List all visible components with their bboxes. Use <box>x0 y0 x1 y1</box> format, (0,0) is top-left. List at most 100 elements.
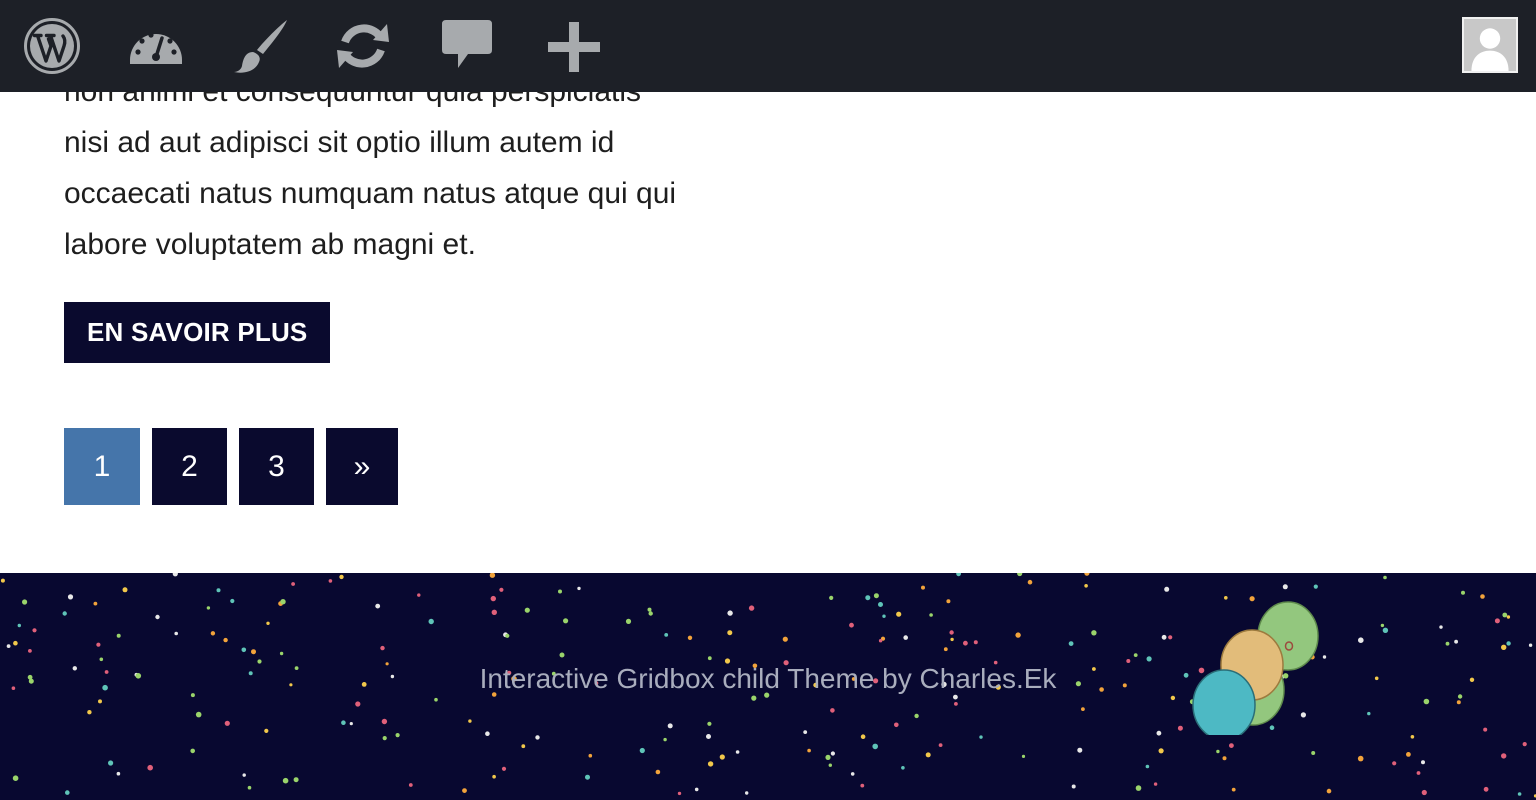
confetti-dot <box>381 718 388 725</box>
confetti-dot <box>1383 575 1387 580</box>
confetti-dot <box>216 588 221 593</box>
confetti-dot <box>1015 632 1021 638</box>
confetti-dot <box>1084 573 1090 576</box>
confetti-dot <box>577 586 581 591</box>
confetti-dot <box>751 695 757 701</box>
read-more-button[interactable]: EN SAVOIR PLUS <box>64 302 331 363</box>
confetti-dot <box>745 791 749 795</box>
confetti-dot <box>190 748 195 754</box>
confetti-dot <box>687 635 693 640</box>
confetti-dot <box>1135 785 1142 791</box>
new-content-plus-icon[interactable] <box>544 16 604 76</box>
confetti-dot <box>1177 725 1183 731</box>
confetti-dot <box>17 623 21 628</box>
confetti-dot <box>1367 711 1371 716</box>
confetti-dot <box>279 651 284 656</box>
confetti-dot <box>1222 756 1227 761</box>
comments-icon[interactable] <box>438 16 498 76</box>
confetti-dot <box>860 783 865 788</box>
confetti-dot <box>1021 754 1026 758</box>
confetti-dot <box>242 773 246 777</box>
confetti-dot <box>625 618 632 624</box>
confetti-dot <box>1439 625 1443 629</box>
confetti-dot <box>894 722 899 728</box>
site-footer: Interactive Gridbox child Theme by Charl… <box>0 573 1536 800</box>
confetti-dot <box>1421 789 1427 796</box>
next-page-link[interactable]: » <box>326 428 398 505</box>
confetti-dot <box>1357 755 1364 762</box>
customize-brush-icon[interactable] <box>229 16 289 76</box>
confetti-dot <box>87 710 92 715</box>
confetti-dot <box>946 599 951 604</box>
confetti-dot <box>22 599 28 605</box>
confetti-dot <box>230 598 235 604</box>
confetti-dot <box>241 647 247 653</box>
confetti-dot <box>667 723 673 729</box>
confetti-dot <box>807 748 811 753</box>
confetti-dot <box>1522 742 1527 747</box>
confetti-dot <box>349 722 353 726</box>
updates-icon[interactable] <box>333 16 393 76</box>
confetti-dot <box>1410 735 1415 739</box>
confetti-dot <box>925 752 931 758</box>
confetti-dot <box>355 701 361 707</box>
confetti-dot <box>1506 641 1511 646</box>
confetti-dot <box>67 594 74 600</box>
confetti-dot <box>1528 643 1533 647</box>
confetti-dot <box>521 744 526 749</box>
confetti-dot <box>1454 639 1458 644</box>
confetti-dot <box>1406 752 1411 757</box>
confetti-dot <box>341 720 346 725</box>
confetti-dot <box>953 694 958 700</box>
confetti-dot <box>491 609 497 615</box>
confetti-dot <box>882 614 886 618</box>
confetti-dot <box>1231 787 1236 792</box>
confetti-dot <box>943 647 948 652</box>
confetti-dot <box>1416 771 1421 775</box>
confetti-dot <box>1158 748 1164 754</box>
confetti-dot <box>588 753 593 758</box>
confetti-dot <box>375 603 381 609</box>
page-2-link[interactable]: 2 <box>152 428 227 505</box>
confetti-dot <box>921 585 925 590</box>
wordpress-logo-icon[interactable] <box>22 16 82 76</box>
page: non animi et consequuntur quia perspicia… <box>0 0 1536 800</box>
page-3-link[interactable]: 3 <box>239 428 314 505</box>
confetti-dot <box>1480 594 1485 599</box>
confetti-dot <box>251 649 256 655</box>
page-1-current[interactable]: 1 <box>64 428 140 505</box>
confetti-dot <box>1311 751 1316 755</box>
confetti-dot <box>1501 644 1507 650</box>
confetti-dot <box>849 622 854 628</box>
confetti-dot <box>956 573 961 577</box>
user-avatar-icon[interactable] <box>1462 17 1518 73</box>
admin-bar <box>0 0 1536 92</box>
confetti-dot <box>878 602 883 607</box>
excerpt-line: labore voluptatem ab magni et. <box>64 228 476 261</box>
confetti-dot <box>664 633 669 637</box>
confetti-dot <box>1081 707 1085 711</box>
confetti-dot <box>1423 698 1430 705</box>
dashboard-icon[interactable] <box>126 16 186 76</box>
confetti-dot <box>850 772 855 776</box>
confetti-dot <box>380 645 385 651</box>
confetti-dot <box>282 777 289 784</box>
confetti-dot <box>648 611 653 616</box>
confetti-dot <box>147 764 153 771</box>
confetti-dot <box>12 775 19 781</box>
confetti-dot <box>224 720 230 726</box>
confetti-dot <box>878 639 883 643</box>
confetti-dot <box>32 628 37 633</box>
confetti-dot <box>1071 784 1076 789</box>
confetti-dot <box>1461 590 1465 595</box>
confetti-dot <box>195 711 202 718</box>
confetti-dot <box>830 751 836 756</box>
confetti-dot <box>62 611 67 616</box>
confetti-dot <box>1077 747 1083 753</box>
post-content: non animi et consequuntur quia perspicia… <box>64 66 744 363</box>
confetti-dot <box>535 735 540 740</box>
balloons-icon <box>1192 601 1319 735</box>
confetti-dot <box>706 734 711 739</box>
confetti-dot <box>828 763 832 767</box>
confetti-dot <box>408 783 413 787</box>
